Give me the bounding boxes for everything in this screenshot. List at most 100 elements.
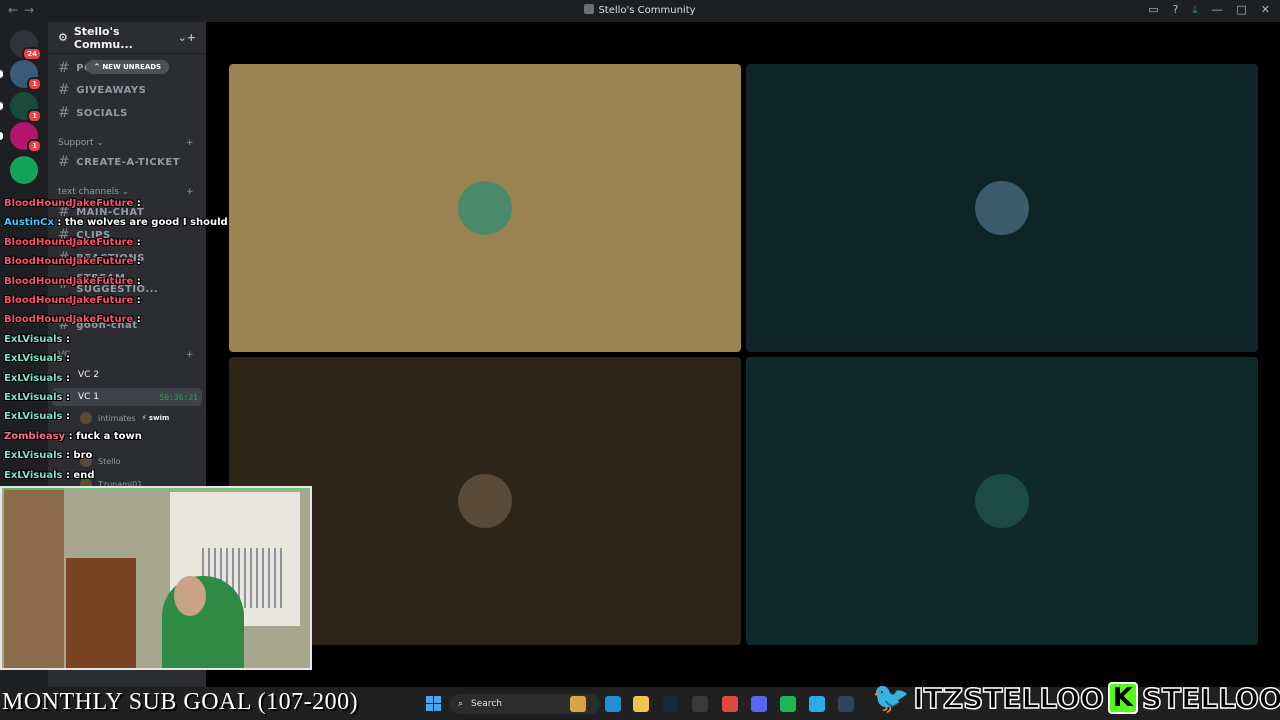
chat-username: ExLVisuals xyxy=(4,469,66,481)
inbox-icon[interactable]: ▭ xyxy=(1148,3,1158,17)
video-tile-4[interactable] xyxy=(746,357,1258,645)
chat-username: BloodHoundJakeFuture xyxy=(4,275,137,287)
guild-server-2[interactable]: 1 xyxy=(10,92,42,123)
category-label: text channels xyxy=(58,187,119,197)
hash-icon: # xyxy=(58,154,71,170)
chat-username: BloodHoundJakeFuture xyxy=(4,236,137,248)
copilot-icon[interactable] xyxy=(570,696,586,712)
channel-socials[interactable]: # SOCIALS xyxy=(58,105,128,121)
windows-start-icon[interactable] xyxy=(426,696,441,711)
voice-channel-vc2[interactable]: VC 2 xyxy=(52,366,202,384)
close-icon[interactable]: ✕ xyxy=(1261,3,1270,17)
server-header[interactable]: ⚙ Stello's Commu... ⌄ + xyxy=(48,22,206,54)
mention-badge: 1 xyxy=(27,109,42,123)
chat-text: : xyxy=(65,392,70,403)
hash-icon: # xyxy=(58,105,71,121)
maximize-icon[interactable]: □ xyxy=(1236,3,1246,17)
channel-create-a-ticket[interactable]: # CREATE-A-TICKET xyxy=(58,154,180,170)
live-badge: ⚡ swim xyxy=(141,414,170,422)
hash-icon: # xyxy=(58,60,71,76)
chat-message: BloodHoundJakeFuture : xyxy=(4,256,141,267)
add-channel-icon[interactable]: + xyxy=(186,187,194,197)
guild-discord-home[interactable]: 24 xyxy=(10,30,42,61)
video-tile-1[interactable] xyxy=(229,64,741,352)
obs-icon[interactable] xyxy=(692,696,708,712)
search-label: Search xyxy=(471,699,502,709)
add-channel-icon[interactable]: + xyxy=(186,350,194,360)
chat-message: ExLVisuals : xyxy=(4,353,70,364)
voice-timer: 50:36:21 xyxy=(159,392,198,402)
chat-message: BloodHoundJakeFuture : xyxy=(4,276,141,287)
guild-server-kb[interactable] xyxy=(10,156,38,184)
new-unreads-label: NEW UNREADS xyxy=(102,63,162,71)
chat-message: ExLVisuals : xyxy=(4,411,70,422)
guild-server-3[interactable]: 1 xyxy=(10,122,42,153)
chat-text: : xyxy=(65,353,70,365)
vc-user-name: Stello xyxy=(98,456,121,466)
edge-icon[interactable] xyxy=(605,696,621,712)
kick-icon: K xyxy=(1107,682,1138,714)
channel-giveaways[interactable]: # GIVEAWAYS xyxy=(58,82,146,98)
chat-message: BloodHoundJakeFuture : xyxy=(4,198,141,209)
chat-username: BloodHoundJakeFuture xyxy=(4,198,137,209)
server-name: Stello's Commu... xyxy=(73,24,133,51)
chat-message: ExLVisuals : end xyxy=(4,470,95,481)
title-bar: ←→ Stello's Community ▭ ? ⤓ — □ ✕ xyxy=(0,0,1280,22)
chat-text: : xyxy=(136,275,141,287)
hash-icon: # xyxy=(58,82,71,98)
chat-text: : bro xyxy=(65,450,93,462)
category-label: Support xyxy=(58,138,94,148)
invite-icon[interactable]: + xyxy=(187,31,196,44)
steam-icon[interactable] xyxy=(662,696,678,712)
chat-text: : end xyxy=(65,469,95,481)
steam-2-icon[interactable] xyxy=(838,696,854,712)
new-unreads-pill[interactable]: ^ NEW UNREADS xyxy=(86,60,170,74)
webcam-frame-glow xyxy=(2,488,310,668)
chevron-down-icon: ⌄ xyxy=(177,31,187,44)
avatar xyxy=(458,474,512,528)
socials-overlay: 🐦 ITZSTELLOO K STELLOOO xyxy=(871,680,1280,717)
category-text[interactable]: text channels ⌄ + xyxy=(58,187,194,197)
telegram-icon[interactable] xyxy=(809,696,825,712)
voice-stage xyxy=(206,22,1280,687)
avatar xyxy=(80,412,92,424)
discord-icon[interactable] xyxy=(751,696,767,712)
chat-username: Zombieasy xyxy=(4,430,69,442)
chat-message: ExLVisuals : xyxy=(4,334,70,345)
window-title-text: Stello's Community xyxy=(598,5,696,16)
chrome-icon[interactable] xyxy=(722,696,738,712)
server-settings-icon: ⚙ xyxy=(58,31,68,44)
category-support[interactable]: Support ⌄ + xyxy=(58,138,194,148)
chat-username: ExLVisuals xyxy=(4,353,66,365)
minimize-icon[interactable]: — xyxy=(1211,3,1222,17)
twitter-icon: 🐦 xyxy=(871,680,910,717)
vc-user-intimates[interactable]: intimates ⚡ swim xyxy=(80,412,169,424)
avatar xyxy=(458,181,512,235)
chat-username: ExLVisuals xyxy=(4,450,66,462)
chat-message: ExLVisuals : xyxy=(4,392,70,403)
chat-username: ExLVisuals xyxy=(4,392,66,403)
help-icon[interactable]: ? xyxy=(1173,3,1179,17)
twitter-handle: ITZSTELLOO xyxy=(913,681,1105,716)
chat-username: ExLVisuals xyxy=(4,333,66,345)
chat-username: BloodHoundJakeFuture xyxy=(4,314,137,326)
chat-text: : xyxy=(65,411,70,423)
download-icon[interactable]: ⤓ xyxy=(1193,3,1198,17)
chat-text: : xyxy=(136,295,141,306)
guild-server-1[interactable]: 1 xyxy=(10,60,42,91)
chat-text: : fuck a town xyxy=(68,430,142,442)
unread-pill xyxy=(0,132,3,140)
voice-channel-vc1[interactable]: VC 1 50:36:21 xyxy=(52,388,202,406)
voice-channel-label: VC 2 xyxy=(78,370,100,380)
add-channel-icon[interactable]: + xyxy=(186,138,194,148)
chat-text: : xyxy=(136,256,141,268)
chat-text: : xyxy=(136,198,141,209)
chat-text: : xyxy=(136,236,141,248)
spotify-icon[interactable] xyxy=(780,696,796,712)
chat-text: : the wolves are good I should xyxy=(57,217,228,229)
video-tile-2[interactable] xyxy=(746,64,1258,352)
chat-username: BloodHoundJakeFuture xyxy=(4,256,137,268)
avatar xyxy=(975,474,1029,528)
voice-channel-label: VC 1 xyxy=(78,392,100,402)
file-explorer-icon[interactable] xyxy=(633,696,649,712)
